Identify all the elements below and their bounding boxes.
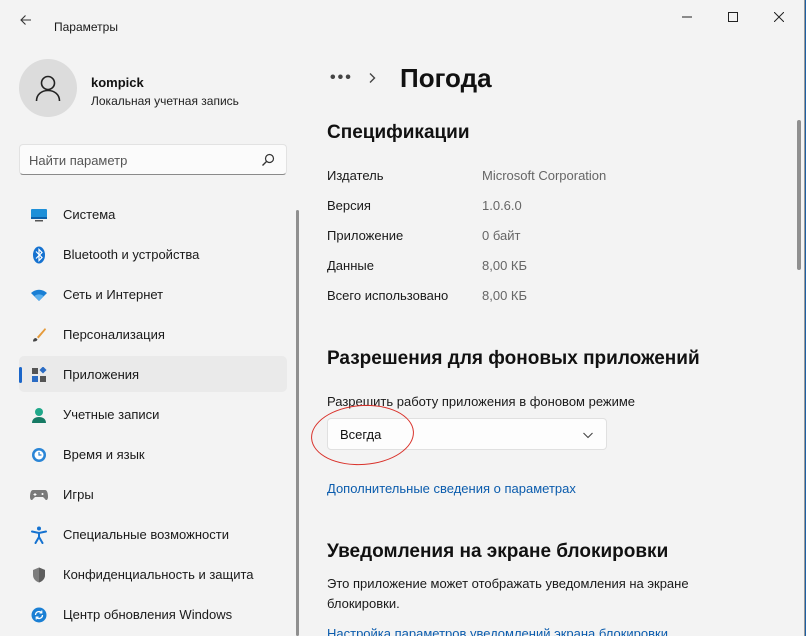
user-name: kompick bbox=[91, 75, 144, 90]
shield-icon bbox=[30, 566, 48, 584]
back-button[interactable] bbox=[12, 10, 40, 30]
sidebar-item-network[interactable]: Сеть и Интернет bbox=[19, 276, 287, 312]
system-icon bbox=[30, 206, 48, 224]
sidebar-nav: Система Bluetooth и устройства Сеть и Ин… bbox=[19, 196, 287, 636]
accessibility-icon bbox=[30, 526, 48, 544]
spec-label-app-size: Приложение bbox=[327, 228, 404, 243]
sidebar-item-label: Система bbox=[63, 206, 116, 222]
brush-icon bbox=[30, 326, 48, 344]
search-input[interactable] bbox=[29, 151, 249, 169]
sidebar-item-label: Игры bbox=[63, 486, 94, 502]
wifi-icon bbox=[30, 286, 48, 304]
app-title: Параметры bbox=[54, 20, 118, 34]
maximize-icon bbox=[728, 12, 738, 22]
permissions-heading: Разрешения для фоновых приложений bbox=[327, 348, 700, 369]
lockscreen-heading: Уведомления на экране блокировки bbox=[327, 541, 669, 562]
sidebar-item-windows-update[interactable]: Центр обновления Windows bbox=[19, 596, 287, 632]
account-type: Локальная учетная запись bbox=[91, 94, 239, 108]
more-info-link[interactable]: Дополнительные сведения о параметрах bbox=[327, 481, 576, 496]
user-icon bbox=[35, 75, 61, 102]
time-language-icon bbox=[30, 446, 48, 464]
chevron-down-icon bbox=[583, 432, 593, 439]
sidebar-item-label: Специальные возможности bbox=[63, 526, 229, 542]
page-title: Погода bbox=[400, 62, 492, 93]
lockscreen-description: Это приложение может отображать уведомле… bbox=[327, 576, 689, 611]
breadcrumb-more-button[interactable]: ••• bbox=[330, 69, 360, 87]
bluetooth-icon bbox=[30, 246, 48, 264]
apps-icon bbox=[30, 366, 48, 384]
spec-label-publisher: Издатель bbox=[327, 168, 384, 183]
update-icon bbox=[30, 606, 48, 624]
sidebar-item-label: Конфиденциальность и защита bbox=[63, 566, 254, 582]
sidebar-item-label: Bluetooth и устройства bbox=[63, 246, 200, 262]
close-button[interactable] bbox=[756, 5, 802, 29]
breadcrumb: ••• Погода bbox=[330, 62, 492, 94]
sidebar-item-system[interactable]: Система bbox=[19, 196, 287, 232]
main-scrollbar[interactable] bbox=[797, 120, 801, 270]
sidebar-item-gaming[interactable]: Игры bbox=[19, 476, 287, 512]
spec-value-data-size: 8,00 КБ bbox=[482, 258, 528, 273]
sidebar-item-bluetooth[interactable]: Bluetooth и устройства bbox=[19, 236, 287, 272]
spec-value-app-size: 0 байт bbox=[482, 228, 521, 243]
settings-window: Параметры kompick Локальная учетная запи… bbox=[0, 0, 805, 636]
sidebar-item-privacy[interactable]: Конфиденциальность и защита bbox=[19, 556, 287, 592]
chevron-right-icon bbox=[360, 72, 384, 84]
spec-label-data-size: Данные bbox=[327, 258, 374, 273]
sidebar-item-accessibility[interactable]: Специальные возможности bbox=[19, 516, 287, 552]
minimize-icon bbox=[682, 16, 692, 18]
avatar[interactable] bbox=[19, 59, 77, 117]
spec-value-publisher: Microsoft Corporation bbox=[482, 168, 607, 183]
title-bar: Параметры bbox=[0, 0, 804, 36]
accounts-icon bbox=[30, 406, 48, 424]
maximize-button[interactable] bbox=[710, 5, 756, 29]
sidebar-item-label: Приложения bbox=[63, 366, 140, 382]
spec-value-version: 1.0.6.0 bbox=[482, 198, 522, 213]
sidebar-item-label: Сеть и Интернет bbox=[63, 286, 164, 302]
lockscreen-settings-link[interactable]: Настройка параметров уведомлений экрана … bbox=[327, 626, 668, 636]
search-icon[interactable] bbox=[260, 152, 276, 168]
sidebar-item-label: Учетные записи bbox=[63, 406, 160, 422]
sidebar-item-label: Центр обновления Windows bbox=[63, 606, 233, 622]
specs-heading: Спецификации bbox=[327, 122, 470, 143]
red-annotation-circle bbox=[309, 401, 416, 469]
spec-label-total-used: Всего использовано bbox=[327, 288, 449, 303]
sidebar-item-label: Персонализация bbox=[63, 326, 165, 342]
gamepad-icon bbox=[30, 486, 48, 504]
sidebar-item-personalization[interactable]: Персонализация bbox=[19, 316, 287, 352]
spec-label-version: Версия bbox=[327, 198, 371, 213]
sidebar-scrollbar[interactable] bbox=[296, 210, 299, 636]
search-box bbox=[19, 144, 287, 175]
sidebar-item-time-language[interactable]: Время и язык bbox=[19, 436, 287, 472]
arrow-left-icon bbox=[20, 15, 31, 25]
spec-value-total-used: 8,00 КБ bbox=[482, 288, 528, 303]
sidebar-item-label: Время и язык bbox=[63, 446, 145, 462]
sidebar-item-apps[interactable]: Приложения bbox=[19, 356, 287, 392]
minimize-button[interactable] bbox=[664, 5, 710, 29]
close-icon bbox=[774, 12, 784, 22]
sidebar-item-accounts[interactable]: Учетные записи bbox=[19, 396, 287, 432]
